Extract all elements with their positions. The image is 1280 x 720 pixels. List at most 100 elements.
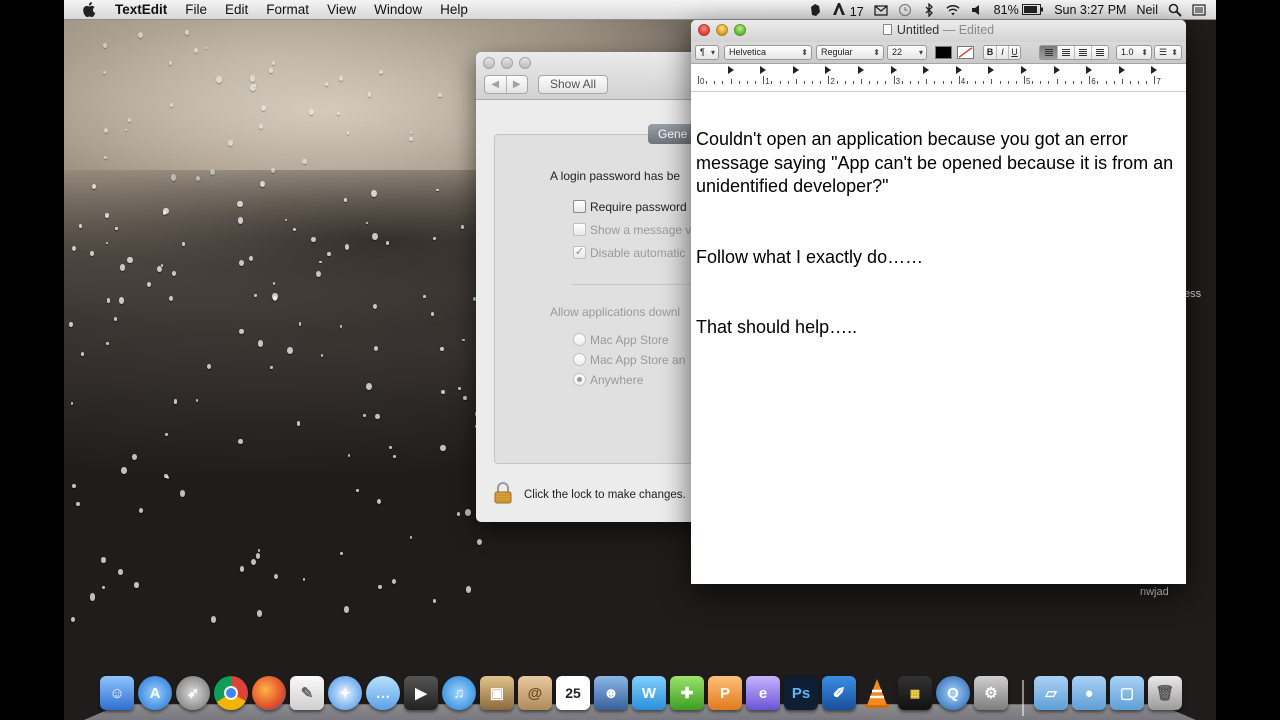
underline-button[interactable]: U xyxy=(1008,46,1020,59)
prefs-minimize-button[interactable] xyxy=(501,57,513,69)
ruler-tick xyxy=(991,79,993,84)
textedit-dock-icon[interactable]: ✎ xyxy=(290,676,324,710)
prefs-close-button[interactable] xyxy=(483,57,495,69)
chrome-icon[interactable] xyxy=(214,676,248,710)
ruler-tick xyxy=(958,76,960,84)
downloads-folder-icon[interactable]: ● xyxy=(1072,676,1106,710)
require-password-checkbox[interactable] xyxy=(573,200,586,213)
menu-window[interactable]: Window xyxy=(365,2,431,17)
spreadsheet-icon[interactable]: ✚ xyxy=(670,676,704,710)
raindrop xyxy=(253,293,257,298)
tab-stop-marker[interactable] xyxy=(727,66,734,74)
font-style-select[interactable]: Regular ⬍ xyxy=(816,45,884,60)
trash-icon[interactable]: 🗑 xyxy=(1148,676,1182,710)
tab-stop-marker[interactable] xyxy=(825,66,832,74)
notification-center-icon[interactable] xyxy=(1192,3,1206,17)
ruler-number: 1 xyxy=(765,77,770,86)
zoom-button[interactable] xyxy=(734,24,746,36)
radio-mac-app-store-identified[interactable] xyxy=(573,353,586,366)
tab-stop-marker[interactable] xyxy=(760,66,767,74)
line-spacing-select[interactable]: 1.0 ⬍ xyxy=(1116,45,1152,60)
finder-icon[interactable]: ☺ xyxy=(100,676,134,710)
battery-status[interactable]: 81% xyxy=(994,3,1045,17)
photoshop-icon[interactable]: Ps xyxy=(784,676,818,710)
volume-icon[interactable] xyxy=(970,3,984,17)
launchpad-icon[interactable]: ➶ xyxy=(176,676,210,710)
menu-edit[interactable]: Edit xyxy=(216,2,257,17)
close-button[interactable] xyxy=(698,24,710,36)
text-color-well[interactable] xyxy=(935,46,952,59)
clock[interactable]: Sun 3:27 PM xyxy=(1054,3,1126,17)
back-arrow-icon[interactable]: ◀ xyxy=(485,76,506,93)
user-menu[interactable]: Neil xyxy=(1136,3,1158,17)
app-store-icon[interactable]: A xyxy=(138,676,172,710)
ruler[interactable]: 0 1 2 3 4 5 6 7 xyxy=(691,64,1186,92)
app-menu-textedit[interactable]: TextEdit xyxy=(106,2,176,17)
xcode-icon[interactable]: ✐ xyxy=(822,676,856,710)
document-text-area[interactable]: Couldn't open an application because you… xyxy=(696,128,1176,387)
bold-button[interactable]: B xyxy=(984,46,996,59)
show-all-button[interactable]: Show All xyxy=(538,75,608,94)
italic-button[interactable]: I xyxy=(996,46,1008,59)
safari-icon[interactable]: ✦ xyxy=(328,676,362,710)
forward-arrow-icon[interactable]: ▶ xyxy=(505,76,528,93)
messages-icon[interactable]: … xyxy=(366,676,400,710)
align-center-button[interactable] xyxy=(1057,46,1074,59)
facetime-icon[interactable]: ▶ xyxy=(404,676,438,710)
bluetooth-icon[interactable] xyxy=(922,3,936,17)
radio-anywhere[interactable] xyxy=(573,373,586,386)
tab-stop-marker[interactable] xyxy=(1151,66,1158,74)
spotlight-search-icon[interactable] xyxy=(1168,3,1182,17)
tab-stop-marker[interactable] xyxy=(1021,66,1027,74)
contacts-icon[interactable]: @ xyxy=(518,676,552,710)
adobe-updates-status[interactable]: 17 xyxy=(832,2,864,19)
word-processor-icon[interactable]: W xyxy=(632,676,666,710)
lock-icon[interactable] xyxy=(494,482,512,504)
tab-stop-marker[interactable] xyxy=(1053,66,1060,74)
tab-stop-marker[interactable] xyxy=(1086,66,1093,74)
vlc-icon[interactable] xyxy=(860,676,894,710)
list-bullets-select[interactable]: ☰ ⬍ xyxy=(1154,45,1182,60)
mail-icon[interactable] xyxy=(874,3,888,17)
align-left-button[interactable] xyxy=(1040,46,1057,59)
font-size-combo[interactable]: 22 ▾ xyxy=(887,45,927,60)
calendar-icon[interactable]: 25 xyxy=(556,676,590,710)
presentation-icon[interactable]: P xyxy=(708,676,742,710)
tab-stop-marker[interactable] xyxy=(923,66,930,74)
evernote-icon[interactable] xyxy=(808,3,822,17)
disable-automatic-checkbox[interactable]: ✓ xyxy=(573,246,586,259)
itunes-icon[interactable]: ♫ xyxy=(442,676,476,710)
menu-format[interactable]: Format xyxy=(257,2,318,17)
tab-stop-marker[interactable] xyxy=(890,66,897,74)
paragraph-styles-button[interactable]: ¶ ▾ xyxy=(695,45,719,60)
apple-menu-icon[interactable] xyxy=(82,2,96,17)
firefox-icon[interactable] xyxy=(252,676,286,710)
quicktime-icon[interactable]: Q xyxy=(936,676,970,710)
minimize-button[interactable] xyxy=(716,24,728,36)
hardware-app-icon[interactable]: ▦ xyxy=(898,676,932,710)
tab-stop-marker[interactable] xyxy=(988,66,995,74)
window-title: Untitled xyxy=(896,23,940,37)
highlight-color-well[interactable] xyxy=(957,46,974,59)
time-machine-icon[interactable] xyxy=(898,3,912,17)
prefs-zoom-button[interactable] xyxy=(519,57,531,69)
system-preferences-icon[interactable]: ⚙ xyxy=(974,676,1008,710)
editor-app-icon[interactable]: e xyxy=(746,676,780,710)
menu-help[interactable]: Help xyxy=(431,2,477,17)
applications-folder-icon[interactable]: ▱ xyxy=(1034,676,1068,710)
menu-view[interactable]: View xyxy=(318,2,365,17)
justify-button[interactable] xyxy=(1091,46,1108,59)
tab-stop-marker[interactable] xyxy=(955,66,962,74)
tab-stop-marker[interactable] xyxy=(858,66,864,74)
documents-folder-icon[interactable]: ▢ xyxy=(1110,676,1144,710)
wifi-icon[interactable] xyxy=(946,3,960,17)
iphoto-icon[interactable]: ▣ xyxy=(480,676,514,710)
show-message-checkbox[interactable] xyxy=(573,223,586,236)
tab-stop-marker[interactable] xyxy=(1118,66,1125,74)
align-right-button[interactable] xyxy=(1074,46,1091,59)
menu-file[interactable]: File xyxy=(176,2,216,17)
photo-booth-icon[interactable]: ☻ xyxy=(594,676,628,710)
radio-mac-app-store[interactable] xyxy=(573,333,586,346)
tab-stop-marker[interactable] xyxy=(792,66,799,74)
font-family-select[interactable]: Helvetica ⬍ xyxy=(724,45,812,60)
